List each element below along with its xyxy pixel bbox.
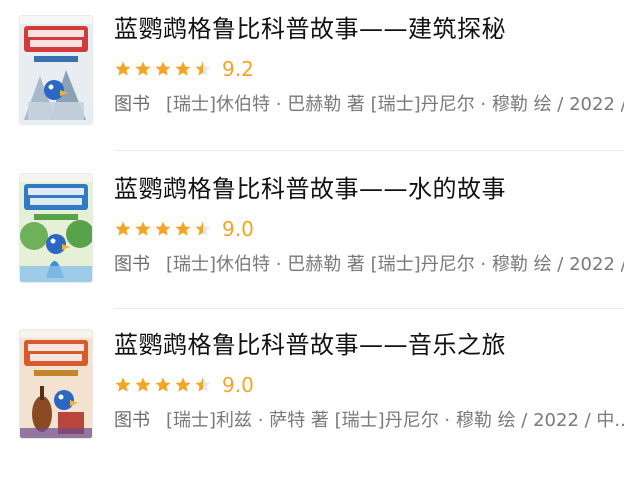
rating-row: 9.0 — [114, 216, 624, 242]
star-full-icon — [154, 60, 172, 78]
star-full-icon — [114, 220, 132, 238]
rating-stars — [114, 60, 212, 78]
star-full-icon — [114, 376, 132, 394]
book-meta: 图书 [瑞士]休伯特 · 巴赫勒 著 [瑞士]丹尼尔 · 穆勒 绘 / 2022… — [114, 252, 624, 278]
star-full-icon — [114, 60, 132, 78]
cover-art-icon — [20, 330, 92, 438]
star-full-icon — [154, 376, 172, 394]
star-full-icon — [174, 220, 192, 238]
category-tag: 图书 — [114, 410, 150, 431]
star-full-icon — [134, 376, 152, 394]
book-meta: 图书 [瑞士]利兹 · 萨特 著 [瑞士]丹尼尔 · 穆勒 绘 / 2022 /… — [114, 408, 624, 434]
star-full-icon — [174, 376, 192, 394]
rating-score: 9.0 — [222, 217, 254, 241]
star-full-icon — [174, 60, 192, 78]
author-publication-info: [瑞士]休伯特 · 巴赫勒 著 [瑞士]丹尼尔 · 穆勒 绘 / 2022 /.… — [166, 94, 624, 115]
author-publication-info: [瑞士]利兹 · 萨特 著 [瑞士]丹尼尔 · 穆勒 绘 / 2022 / 中.… — [166, 410, 624, 431]
star-half-icon — [194, 220, 212, 238]
book-cover[interactable] — [20, 174, 92, 282]
author-publication-info: [瑞士]休伯特 · 巴赫勒 著 [瑞士]丹尼尔 · 穆勒 绘 / 2022 /.… — [166, 254, 624, 275]
cover-art-icon — [20, 16, 92, 124]
rating-stars — [114, 376, 212, 394]
book-list: 蓝鹦鹉格鲁比科普故事——建筑探秘 9.2 图书 [瑞士]休伯特 · 巴赫勒 著 … — [0, 0, 632, 478]
book-title[interactable]: 蓝鹦鹉格鲁比科普故事——水的故事 — [114, 172, 624, 206]
list-divider — [114, 150, 624, 151]
book-item[interactable]: 蓝鹦鹉格鲁比科普故事——水的故事 9.0 图书 [瑞士]休伯特 · 巴赫勒 著 … — [0, 154, 632, 304]
book-item[interactable]: 蓝鹦鹉格鲁比科普故事——音乐之旅 9.0 图书 [瑞士]利兹 · 萨特 著 [瑞… — [0, 308, 632, 458]
star-half-icon — [194, 376, 212, 394]
star-full-icon — [134, 60, 152, 78]
category-tag: 图书 — [114, 254, 150, 275]
cover-art-icon — [20, 174, 92, 282]
list-divider — [114, 308, 624, 309]
book-meta: 图书 [瑞士]休伯特 · 巴赫勒 著 [瑞士]丹尼尔 · 穆勒 绘 / 2022… — [114, 92, 624, 118]
rating-score: 9.0 — [222, 373, 254, 397]
book-item[interactable]: 蓝鹦鹉格鲁比科普故事——建筑探秘 9.2 图书 [瑞士]休伯特 · 巴赫勒 著 … — [0, 0, 632, 150]
book-title[interactable]: 蓝鹦鹉格鲁比科普故事——音乐之旅 — [114, 328, 624, 362]
category-tag: 图书 — [114, 94, 150, 115]
star-full-icon — [134, 220, 152, 238]
book-cover[interactable] — [20, 330, 92, 438]
star-half-icon — [194, 60, 212, 78]
book-title[interactable]: 蓝鹦鹉格鲁比科普故事——建筑探秘 — [114, 12, 624, 46]
rating-score: 9.2 — [222, 57, 254, 81]
book-cover[interactable] — [20, 16, 92, 124]
rating-row: 9.0 — [114, 372, 624, 398]
star-full-icon — [154, 220, 172, 238]
rating-row: 9.2 — [114, 56, 624, 82]
rating-stars — [114, 220, 212, 238]
